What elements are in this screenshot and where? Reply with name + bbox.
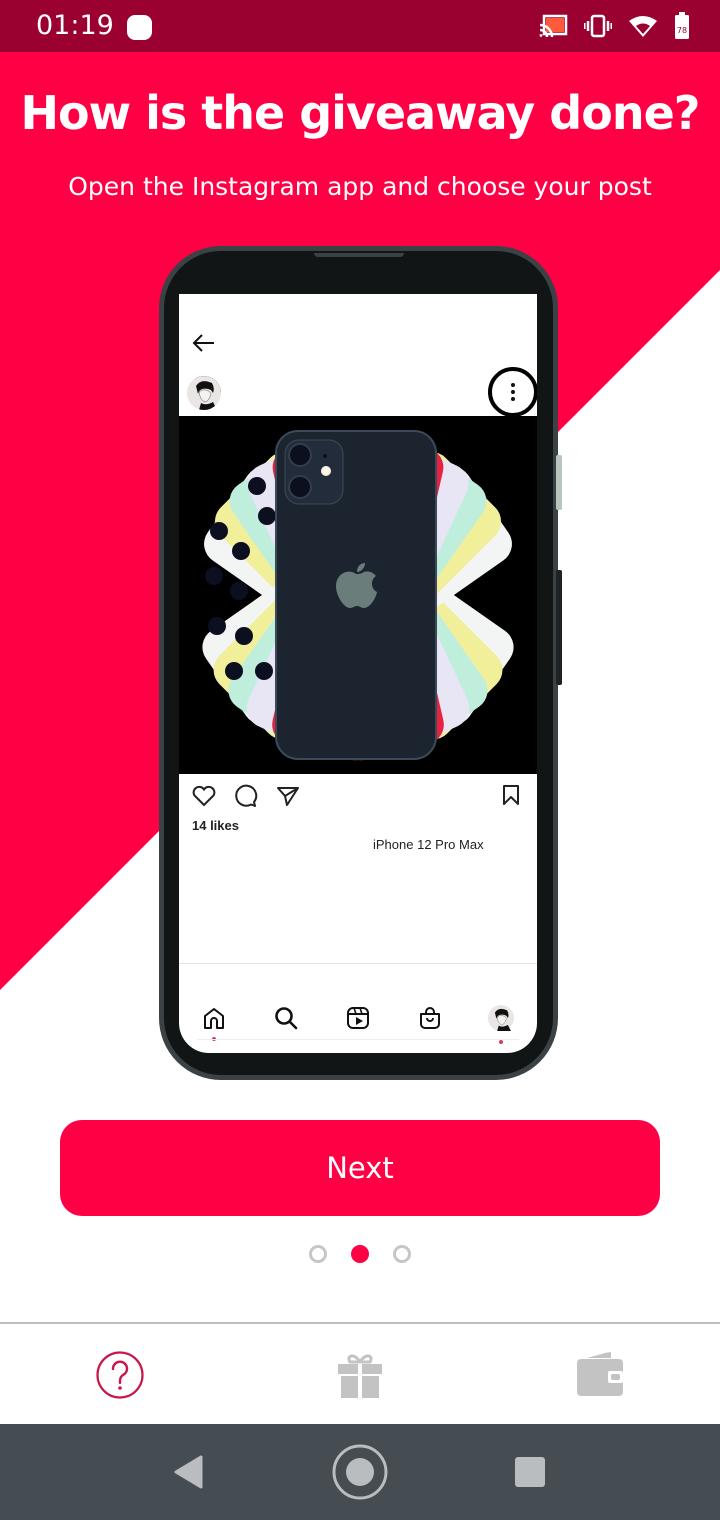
battery-icon: 78 (674, 12, 690, 40)
recents-icon[interactable] (500, 1442, 560, 1502)
bottom-tab-bar (0, 1322, 720, 1424)
gift-icon (338, 1354, 382, 1398)
like-heart-icon[interactable] (191, 784, 217, 813)
cast-icon (538, 14, 568, 38)
search-icon[interactable] (272, 1004, 300, 1032)
profile-avatar[interactable] (487, 1004, 515, 1032)
post-actions (191, 784, 301, 813)
system-navigation-bar (0, 1424, 720, 1520)
divider (179, 963, 537, 964)
page-dot-1[interactable] (309, 1245, 327, 1263)
phone-side-button (556, 455, 562, 510)
phone-speaker (314, 253, 404, 257)
page-indicator (0, 1245, 720, 1265)
home-icon[interactable] (200, 1004, 228, 1032)
more-vertical-icon (511, 383, 515, 401)
phone-side-button (556, 570, 562, 685)
tab-wallet[interactable] (565, 1340, 635, 1410)
post-caption: iPhone 12 Pro Max (373, 837, 484, 852)
page-dot-3[interactable] (393, 1245, 411, 1263)
mockup-screen: 14 likes iPhone 12 Pro Max (179, 294, 537, 1053)
instagram-bottom-nav (179, 1004, 537, 1044)
wifi-icon (628, 14, 658, 38)
divider (197, 1039, 519, 1040)
tab-giveaway[interactable] (325, 1340, 395, 1410)
wallet-icon (577, 1352, 623, 1396)
status-bar: 01:19 78 (0, 0, 720, 52)
more-options-highlight[interactable] (488, 367, 537, 417)
battery-level: 78 (677, 26, 687, 35)
back-arrow-icon (191, 330, 217, 361)
back-icon[interactable] (158, 1442, 218, 1502)
iphone-colors-fan-image (179, 416, 537, 774)
tab-help[interactable] (85, 1340, 155, 1410)
question-circle-icon (96, 1351, 144, 1399)
profile-avatar (187, 376, 221, 410)
next-button[interactable]: Next (60, 1120, 660, 1216)
vibrate-icon (584, 14, 612, 38)
page-dot-2-active[interactable] (351, 1245, 369, 1263)
comment-icon[interactable] (233, 784, 259, 813)
profile-indicator-dot (499, 1040, 503, 1044)
post-likes-count: 14 likes (192, 818, 239, 833)
share-send-icon[interactable] (275, 784, 301, 813)
page-title: How is the giveaway done? (20, 86, 701, 140)
notification-dot-icon (127, 15, 152, 40)
status-icons: 78 (538, 12, 690, 40)
status-time: 01:19 (36, 10, 114, 41)
bookmark-icon[interactable] (501, 784, 521, 811)
shop-icon[interactable] (416, 1004, 444, 1032)
reels-icon[interactable] (344, 1004, 372, 1032)
page-subtitle: Open the Instagram app and choose your p… (68, 172, 652, 201)
home-icon[interactable] (330, 1442, 390, 1502)
